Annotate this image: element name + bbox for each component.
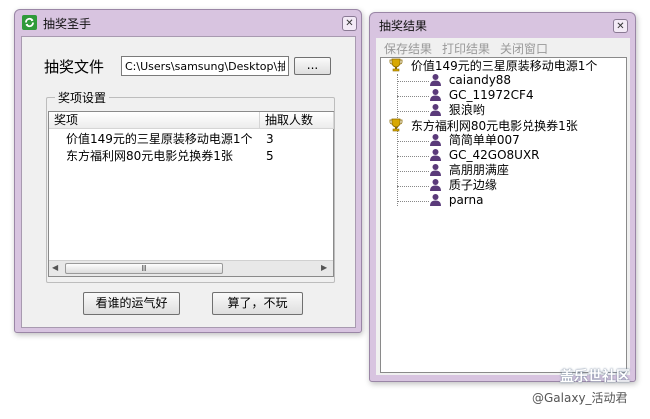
tree-winner-label: 质子边缘 bbox=[448, 178, 497, 192]
prize-settings-group-title: 奖项设置 bbox=[55, 89, 110, 106]
horizontal-scrollbar[interactable]: ◀ Ⅲ ▶ bbox=[49, 260, 333, 276]
tree-winner-node[interactable]: parna bbox=[429, 193, 483, 208]
menu-save-results[interactable]: 保存结果 bbox=[384, 40, 432, 57]
scroll-grip-icon: Ⅲ bbox=[141, 264, 147, 273]
prize-name: 价值149元的三星原装移动电源1个 bbox=[66, 132, 253, 146]
tree-winner-label: parna bbox=[448, 193, 484, 207]
scroll-right-icon[interactable]: ▶ bbox=[321, 263, 327, 272]
main-window-client: 抽奖文件 ... 奖项设置 奖项 抽取人数 价值149元的三星原装移动电源1个 … bbox=[21, 36, 356, 328]
prize-count: 3 bbox=[266, 132, 274, 146]
green-refresh-icon bbox=[22, 15, 37, 30]
prize-row[interactable]: 东方福利网80元电影兑换券1张 5 bbox=[49, 148, 327, 165]
tree-winner-label: 高朋朋满座 bbox=[448, 163, 509, 177]
tree-winner-node[interactable]: 质子边缘 bbox=[429, 178, 497, 193]
menu-print-results[interactable]: 打印结果 bbox=[442, 40, 490, 57]
watermark-logo: 盖乐世社区 bbox=[560, 369, 630, 385]
user-icon bbox=[430, 179, 441, 191]
draw-lottery-button[interactable]: 看谁的运气好 bbox=[83, 292, 180, 315]
tree-prize-node[interactable]: 价值149元的三星原装移动电源1个 bbox=[389, 58, 597, 73]
user-icon bbox=[430, 134, 441, 146]
tree-winner-node[interactable]: 狠浪哟 bbox=[429, 103, 485, 118]
browse-button[interactable]: ... bbox=[294, 57, 331, 75]
tree-connector bbox=[397, 141, 429, 142]
tree-connector bbox=[397, 171, 429, 172]
tree-winner-label: 简简单单007 bbox=[448, 133, 520, 147]
user-icon bbox=[430, 149, 441, 161]
tree-connector bbox=[397, 201, 429, 202]
results-menu-bar: 保存结果 打印结果 关闭窗口 bbox=[376, 40, 630, 56]
user-icon bbox=[430, 89, 441, 101]
tree-connector bbox=[397, 156, 429, 157]
cancel-button[interactable]: 算了，不玩 bbox=[212, 292, 303, 315]
menu-close-window[interactable]: 关闭窗口 bbox=[500, 40, 548, 57]
user-icon bbox=[430, 164, 441, 176]
lottery-results-window: 抽奖结果 ✕ 保存结果 打印结果 关闭窗口 价值149元的三星原装移动电源1个 … bbox=[369, 12, 636, 382]
results-window-client: 保存结果 打印结果 关闭窗口 价值149元的三星原装移动电源1个 caiandy… bbox=[376, 38, 630, 375]
tree-prize-label: 价值149元的三星原装移动电源1个 bbox=[410, 59, 598, 73]
prize-name: 东方福利网80元电影兑换券1张 bbox=[66, 149, 233, 163]
column-header-prize[interactable]: 奖项 bbox=[49, 112, 260, 129]
watermark-handle: @Galaxy_活动君 bbox=[532, 391, 628, 405]
lottery-main-window: 抽奖圣手 ✕ 抽奖文件 ... 奖项设置 奖项 抽取人数 价值149元的三星原装… bbox=[14, 9, 362, 333]
tree-winner-node[interactable]: caiandy88 bbox=[429, 73, 511, 88]
tree-connector bbox=[397, 111, 429, 112]
user-icon bbox=[430, 74, 441, 86]
tree-winner-node[interactable]: 高朋朋满座 bbox=[429, 163, 509, 178]
prize-row[interactable]: 价值149元的三星原装移动电源1个 3 bbox=[49, 131, 327, 148]
tree-winner-node[interactable]: 简简单单007 bbox=[429, 133, 520, 148]
tree-winner-label: GC_42GO8UXR bbox=[448, 148, 540, 162]
scroll-thumb[interactable]: Ⅲ bbox=[65, 263, 223, 274]
file-path-input[interactable] bbox=[121, 56, 289, 76]
close-icon: ✕ bbox=[616, 21, 625, 32]
user-icon bbox=[430, 194, 441, 206]
trophy-icon bbox=[389, 58, 403, 72]
tree-winner-node[interactable]: GC_11972CF4 bbox=[429, 88, 534, 103]
results-window-title: 抽奖结果 bbox=[379, 19, 428, 33]
tree-connector bbox=[397, 186, 429, 187]
tree-winner-label: caiandy88 bbox=[448, 73, 512, 87]
main-window-titlebar[interactable]: 抽奖圣手 ✕ bbox=[15, 10, 361, 34]
prize-count: 5 bbox=[266, 149, 274, 163]
trophy-icon bbox=[389, 118, 403, 132]
results-window-close-button[interactable]: ✕ bbox=[613, 19, 628, 33]
prize-list[interactable]: 奖项 抽取人数 价值149元的三星原装移动电源1个 3 东方福利网80元电影兑换… bbox=[48, 111, 334, 277]
tree-prize-label: 东方福利网80元电影兑换券1张 bbox=[410, 119, 578, 133]
tree-winner-label: 狠浪哟 bbox=[448, 103, 485, 117]
user-icon bbox=[430, 104, 441, 116]
main-window-title: 抽奖圣手 bbox=[43, 17, 92, 31]
tree-connector bbox=[397, 81, 429, 82]
main-window-close-button[interactable]: ✕ bbox=[342, 16, 357, 31]
results-tree[interactable]: 价值149元的三星原装移动电源1个 caiandy88 GC_11972CF4 … bbox=[380, 57, 627, 373]
file-label: 抽奖文件 bbox=[44, 58, 105, 76]
scroll-left-icon[interactable]: ◀ bbox=[52, 263, 58, 272]
tree-winner-node[interactable]: GC_42GO8UXR bbox=[429, 148, 540, 163]
tree-connector bbox=[397, 96, 429, 97]
tree-winner-label: GC_11972CF4 bbox=[448, 88, 534, 102]
column-header-count[interactable]: 抽取人数 bbox=[260, 112, 334, 129]
tree-prize-node[interactable]: 东方福利网80元电影兑换券1张 bbox=[389, 118, 578, 133]
results-window-titlebar[interactable]: 抽奖结果 ✕ bbox=[370, 13, 635, 37]
close-icon: ✕ bbox=[345, 18, 354, 29]
